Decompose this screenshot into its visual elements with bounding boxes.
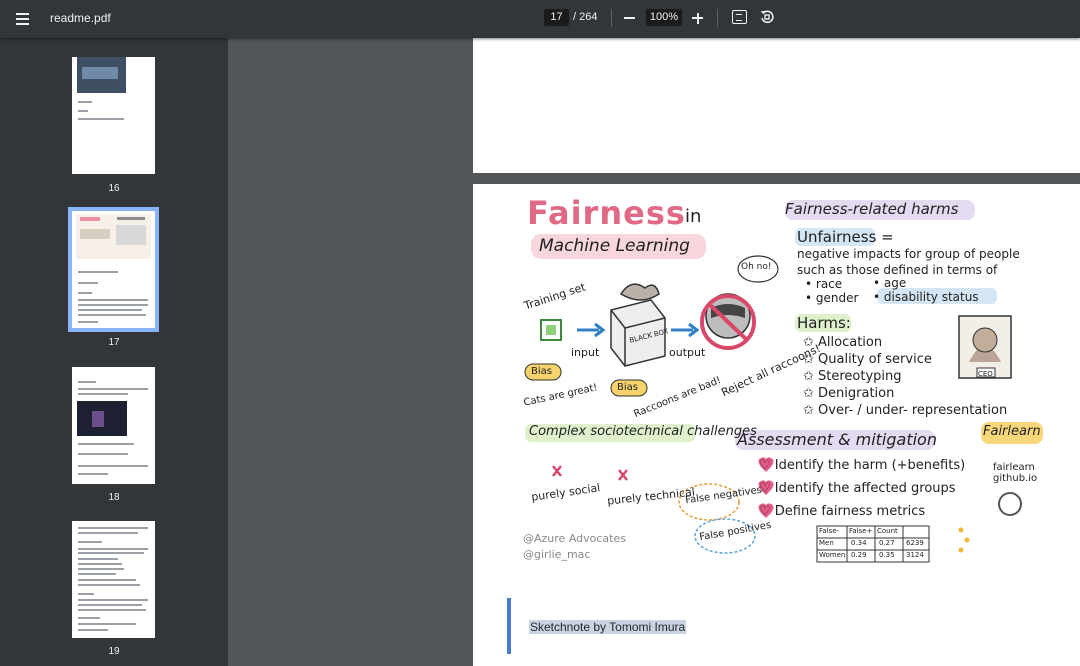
menu-icon[interactable]	[12, 9, 34, 29]
assessment-step: ♡ Identify the affected groups	[759, 481, 956, 496]
complex-heading: Complex sociotechnical challenges	[529, 424, 757, 439]
credit-line: @girlie_mac	[523, 548, 591, 561]
metric-table-cell: 0.27	[879, 539, 895, 547]
fit-to-page-icon[interactable]	[732, 10, 747, 24]
attribute-item: • age	[873, 276, 907, 290]
zoom-in-button[interactable]	[690, 9, 706, 27]
harm-item: ✩ Quality of service	[803, 352, 932, 367]
thumbnail-sidebar: 16 17 18 19	[0, 38, 228, 666]
page-total: / 264	[573, 11, 598, 23]
assessment-step: ♡ Identify the harm (+benefits)	[759, 458, 966, 473]
attribute-item: • gender	[805, 291, 859, 305]
metric-table-cell: Women	[819, 551, 846, 559]
harms-heading: Fairness-related harms	[785, 200, 959, 218]
credit-line: @Azure Advocates	[523, 532, 626, 545]
bias-tag: Bias	[531, 366, 552, 377]
metric-table-cell: Men	[819, 539, 834, 547]
harms-label: Harms:	[797, 314, 851, 332]
sketchnote-caption[interactable]: Sketchnote by Tomomi Imura	[529, 620, 687, 634]
thumbnail-page-number: 18	[108, 492, 120, 503]
metric-table-cell: 6239	[906, 539, 924, 547]
unfairness-text: negative impacts for group of people	[797, 247, 1020, 261]
thumbnail-page-number: 16	[108, 183, 120, 194]
metric-table-cell: 0.29	[851, 551, 867, 559]
bias-tag: Bias	[617, 382, 638, 393]
fairlearn-label: Fairlearn	[983, 424, 1041, 439]
assessment-step: ♡ Define fairness metrics	[759, 504, 926, 519]
output-label: output	[669, 346, 706, 359]
fairlearn-url: fairlearn github.io	[993, 462, 1038, 484]
toolbar-divider	[717, 9, 718, 27]
unfairness-label: Unfairness =	[797, 228, 894, 246]
page-thumbnail-17[interactable]	[68, 207, 159, 332]
thumbnail-page-number: 17	[108, 337, 120, 348]
unfairness-text: such as those defined in terms of	[797, 263, 998, 277]
metric-table-header: False-	[819, 527, 840, 535]
sketch-subtitle: Machine Learning	[539, 236, 690, 256]
harm-item: ✩ Denigration	[803, 386, 895, 401]
file-title: readme.pdf	[50, 11, 111, 25]
document-viewer[interactable]: Fairness in Machine Learning Fairness-re…	[228, 38, 1080, 666]
sketch-title: Fairness	[527, 194, 686, 232]
zoom-out-button[interactable]	[622, 9, 638, 27]
page-thumbnail-18[interactable]	[72, 367, 155, 484]
pdf-page-16	[473, 38, 1080, 173]
assessment-heading: Assessment & mitigation	[737, 430, 937, 449]
toolbar-divider	[611, 9, 612, 27]
metric-table-header: False+	[849, 527, 873, 535]
ceo-label: CEO	[978, 370, 993, 378]
thumbnail-page-number: 19	[108, 646, 120, 657]
attribute-item: • race	[805, 277, 843, 291]
sketch-title-in: in	[685, 206, 702, 227]
zoom-level-input[interactable]: 100%	[646, 9, 682, 26]
pdf-page-17: Fairness in Machine Learning Fairness-re…	[473, 184, 1080, 666]
metric-table-header: Count	[877, 527, 898, 535]
rotate-icon[interactable]	[759, 9, 775, 25]
harm-item: ✩ Over- / under- representation	[803, 403, 1008, 418]
input-label: input	[571, 346, 600, 359]
page-number-input[interactable]: 17	[544, 9, 569, 26]
page-thumbnail-19[interactable]	[72, 521, 155, 638]
oh-no-bubble: Oh no!	[741, 262, 772, 272]
metric-table-cell: 3124	[906, 551, 924, 559]
pdf-toolbar: readme.pdf 17 / 264 100%	[0, 0, 1080, 38]
harm-item: ✩ Stereotyping	[803, 369, 902, 384]
page-thumbnail-16[interactable]	[72, 57, 155, 174]
attribute-item: • disability status	[873, 290, 979, 304]
metric-table-cell: 0.35	[879, 551, 895, 559]
blockquote-bar	[507, 598, 511, 654]
metric-table-cell: 0.34	[851, 539, 867, 547]
